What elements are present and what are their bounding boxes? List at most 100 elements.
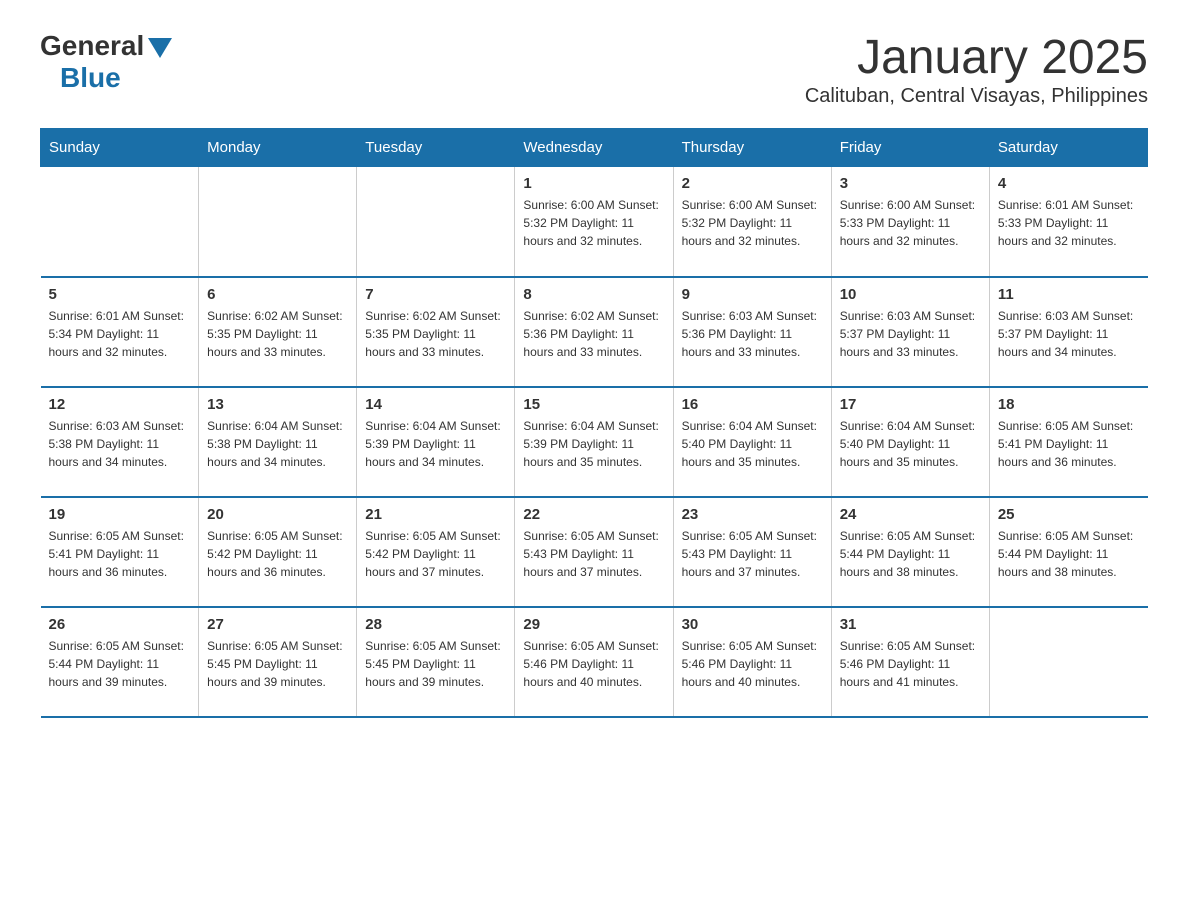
day-info: Sunrise: 6:05 AM Sunset: 5:44 PM Dayligh… <box>998 527 1140 581</box>
day-info: Sunrise: 6:05 AM Sunset: 5:46 PM Dayligh… <box>523 637 664 691</box>
day-info: Sunrise: 6:05 AM Sunset: 5:46 PM Dayligh… <box>840 637 981 691</box>
day-info: Sunrise: 6:00 AM Sunset: 5:32 PM Dayligh… <box>682 196 823 250</box>
day-number: 5 <box>49 286 191 303</box>
day-info: Sunrise: 6:04 AM Sunset: 5:39 PM Dayligh… <box>523 417 664 471</box>
day-number: 30 <box>682 616 823 633</box>
day-cell: 5 Sunrise: 6:01 AM Sunset: 5:34 PM Daylig… <box>41 277 199 387</box>
week-row-1: 1 Sunrise: 6:00 AM Sunset: 5:32 PM Daylig… <box>41 167 1148 277</box>
day-number: 20 <box>207 506 348 523</box>
header-cell-sunday: Sunday <box>41 129 199 167</box>
day-info: Sunrise: 6:05 AM Sunset: 5:46 PM Dayligh… <box>682 637 823 691</box>
day-info: Sunrise: 6:05 AM Sunset: 5:41 PM Dayligh… <box>998 417 1140 471</box>
day-cell: 4Sunrise: 6:01 AM Sunset: 5:33 PM Daylig… <box>989 167 1147 277</box>
logo: General Blue <box>40 30 172 94</box>
day-info: Sunrise: 6:02 AM Sunset: 5:35 PM Dayligh… <box>207 307 348 361</box>
day-number: 26 <box>49 616 191 633</box>
day-info: Sunrise: 6:05 AM Sunset: 5:45 PM Dayligh… <box>207 637 348 691</box>
day-number: 9 <box>682 286 823 303</box>
day-info: Sunrise: 6:04 AM Sunset: 5:40 PM Dayligh… <box>682 417 823 471</box>
day-cell: 6 Sunrise: 6:02 AM Sunset: 5:35 PM Daylig… <box>199 277 357 387</box>
header-cell-wednesday: Wednesday <box>515 129 673 167</box>
day-number: 13 <box>207 396 348 413</box>
day-number: 31 <box>840 616 981 633</box>
day-info: Sunrise: 6:04 AM Sunset: 5:38 PM Dayligh… <box>207 417 348 471</box>
page-subtitle: Calituban, Central Visayas, Philippines <box>805 85 1148 108</box>
day-number: 23 <box>682 506 823 523</box>
day-info: Sunrise: 6:04 AM Sunset: 5:39 PM Dayligh… <box>365 417 506 471</box>
day-number: 1 <box>523 175 664 192</box>
day-cell: 19 Sunrise: 6:05 AM Sunset: 5:41 PM Dayli… <box>41 497 199 607</box>
day-cell: 16Sunrise: 6:04 AM Sunset: 5:40 PM Dayli… <box>673 387 831 497</box>
day-info: Sunrise: 6:05 AM Sunset: 5:45 PM Dayligh… <box>365 637 506 691</box>
day-info: Sunrise: 6:03 AM Sunset: 5:36 PM Dayligh… <box>682 307 823 361</box>
logo-triangle-icon <box>148 38 172 58</box>
header-cell-tuesday: Tuesday <box>357 129 515 167</box>
header-row: SundayMondayTuesdayWednesdayThursdayFrid… <box>41 129 1148 167</box>
calendar-table: SundayMondayTuesdayWednesdayThursdayFrid… <box>40 128 1148 718</box>
day-info: Sunrise: 6:02 AM Sunset: 5:35 PM Dayligh… <box>365 307 506 361</box>
day-info: Sunrise: 6:01 AM Sunset: 5:34 PM Dayligh… <box>49 307 191 361</box>
page-header: General Blue January 2025 Calituban, Cen… <box>40 30 1148 108</box>
day-number: 12 <box>49 396 191 413</box>
day-info: Sunrise: 6:05 AM Sunset: 5:42 PM Dayligh… <box>365 527 506 581</box>
day-cell <box>41 167 199 277</box>
day-cell: 14 Sunrise: 6:04 AM Sunset: 5:39 PM Dayli… <box>357 387 515 497</box>
day-info: Sunrise: 6:05 AM Sunset: 5:41 PM Dayligh… <box>49 527 191 581</box>
day-cell: 25Sunrise: 6:05 AM Sunset: 5:44 PM Dayli… <box>989 497 1147 607</box>
day-cell: 28 Sunrise: 6:05 AM Sunset: 5:45 PM Dayli… <box>357 607 515 717</box>
day-number: 15 <box>523 396 664 413</box>
day-cell: 11 Sunrise: 6:03 AM Sunset: 5:37 PM Dayli… <box>989 277 1147 387</box>
day-number: 17 <box>840 396 981 413</box>
day-info: Sunrise: 6:00 AM Sunset: 5:32 PM Dayligh… <box>523 196 664 250</box>
day-info: Sunrise: 6:03 AM Sunset: 5:38 PM Dayligh… <box>49 417 191 471</box>
day-cell: 13 Sunrise: 6:04 AM Sunset: 5:38 PM Dayli… <box>199 387 357 497</box>
day-cell: 8Sunrise: 6:02 AM Sunset: 5:36 PM Daylig… <box>515 277 673 387</box>
day-number: 22 <box>523 506 664 523</box>
day-cell: 17Sunrise: 6:04 AM Sunset: 5:40 PM Dayli… <box>831 387 989 497</box>
week-row-5: 26 Sunrise: 6:05 AM Sunset: 5:44 PM Dayli… <box>41 607 1148 717</box>
day-cell: 15 Sunrise: 6:04 AM Sunset: 5:39 PM Dayli… <box>515 387 673 497</box>
day-number: 6 <box>207 286 348 303</box>
day-number: 14 <box>365 396 506 413</box>
day-cell: 10 Sunrise: 6:03 AM Sunset: 5:37 PM Dayli… <box>831 277 989 387</box>
day-number: 28 <box>365 616 506 633</box>
day-number: 11 <box>998 286 1140 303</box>
day-number: 29 <box>523 616 664 633</box>
logo-blue-text: Blue <box>60 62 121 94</box>
day-number: 10 <box>840 286 981 303</box>
day-number: 3 <box>840 175 981 192</box>
day-info: Sunrise: 6:05 AM Sunset: 5:42 PM Dayligh… <box>207 527 348 581</box>
day-cell: 3 Sunrise: 6:00 AM Sunset: 5:33 PM Daylig… <box>831 167 989 277</box>
calendar-body: 1 Sunrise: 6:00 AM Sunset: 5:32 PM Daylig… <box>41 167 1148 717</box>
day-cell: 20 Sunrise: 6:05 AM Sunset: 5:42 PM Dayli… <box>199 497 357 607</box>
day-cell <box>357 167 515 277</box>
page-title: January 2025 <box>805 30 1148 85</box>
week-row-3: 12 Sunrise: 6:03 AM Sunset: 5:38 PM Dayli… <box>41 387 1148 497</box>
week-row-4: 19 Sunrise: 6:05 AM Sunset: 5:41 PM Dayli… <box>41 497 1148 607</box>
day-number: 24 <box>840 506 981 523</box>
header-cell-saturday: Saturday <box>989 129 1147 167</box>
day-info: Sunrise: 6:05 AM Sunset: 5:43 PM Dayligh… <box>682 527 823 581</box>
calendar-header: SundayMondayTuesdayWednesdayThursdayFrid… <box>41 129 1148 167</box>
day-info: Sunrise: 6:05 AM Sunset: 5:43 PM Dayligh… <box>523 527 664 581</box>
day-info: Sunrise: 6:03 AM Sunset: 5:37 PM Dayligh… <box>998 307 1140 361</box>
day-cell: 26 Sunrise: 6:05 AM Sunset: 5:44 PM Dayli… <box>41 607 199 717</box>
day-cell: 22 Sunrise: 6:05 AM Sunset: 5:43 PM Dayli… <box>515 497 673 607</box>
day-cell: 27Sunrise: 6:05 AM Sunset: 5:45 PM Dayli… <box>199 607 357 717</box>
day-cell: 23 Sunrise: 6:05 AM Sunset: 5:43 PM Dayli… <box>673 497 831 607</box>
day-info: Sunrise: 6:05 AM Sunset: 5:44 PM Dayligh… <box>840 527 981 581</box>
day-info: Sunrise: 6:03 AM Sunset: 5:37 PM Dayligh… <box>840 307 981 361</box>
day-cell: 9 Sunrise: 6:03 AM Sunset: 5:36 PM Daylig… <box>673 277 831 387</box>
header-cell-thursday: Thursday <box>673 129 831 167</box>
day-number: 19 <box>49 506 191 523</box>
day-info: Sunrise: 6:05 AM Sunset: 5:44 PM Dayligh… <box>49 637 191 691</box>
week-row-2: 5 Sunrise: 6:01 AM Sunset: 5:34 PM Daylig… <box>41 277 1148 387</box>
day-cell: 30 Sunrise: 6:05 AM Sunset: 5:46 PM Dayli… <box>673 607 831 717</box>
day-cell <box>199 167 357 277</box>
day-info: Sunrise: 6:02 AM Sunset: 5:36 PM Dayligh… <box>523 307 664 361</box>
day-cell: 7Sunrise: 6:02 AM Sunset: 5:35 PM Daylig… <box>357 277 515 387</box>
day-info: Sunrise: 6:00 AM Sunset: 5:33 PM Dayligh… <box>840 196 981 250</box>
title-block: January 2025 Calituban, Central Visayas,… <box>805 30 1148 108</box>
day-cell: 24 Sunrise: 6:05 AM Sunset: 5:44 PM Dayli… <box>831 497 989 607</box>
day-cell: 1 Sunrise: 6:00 AM Sunset: 5:32 PM Daylig… <box>515 167 673 277</box>
